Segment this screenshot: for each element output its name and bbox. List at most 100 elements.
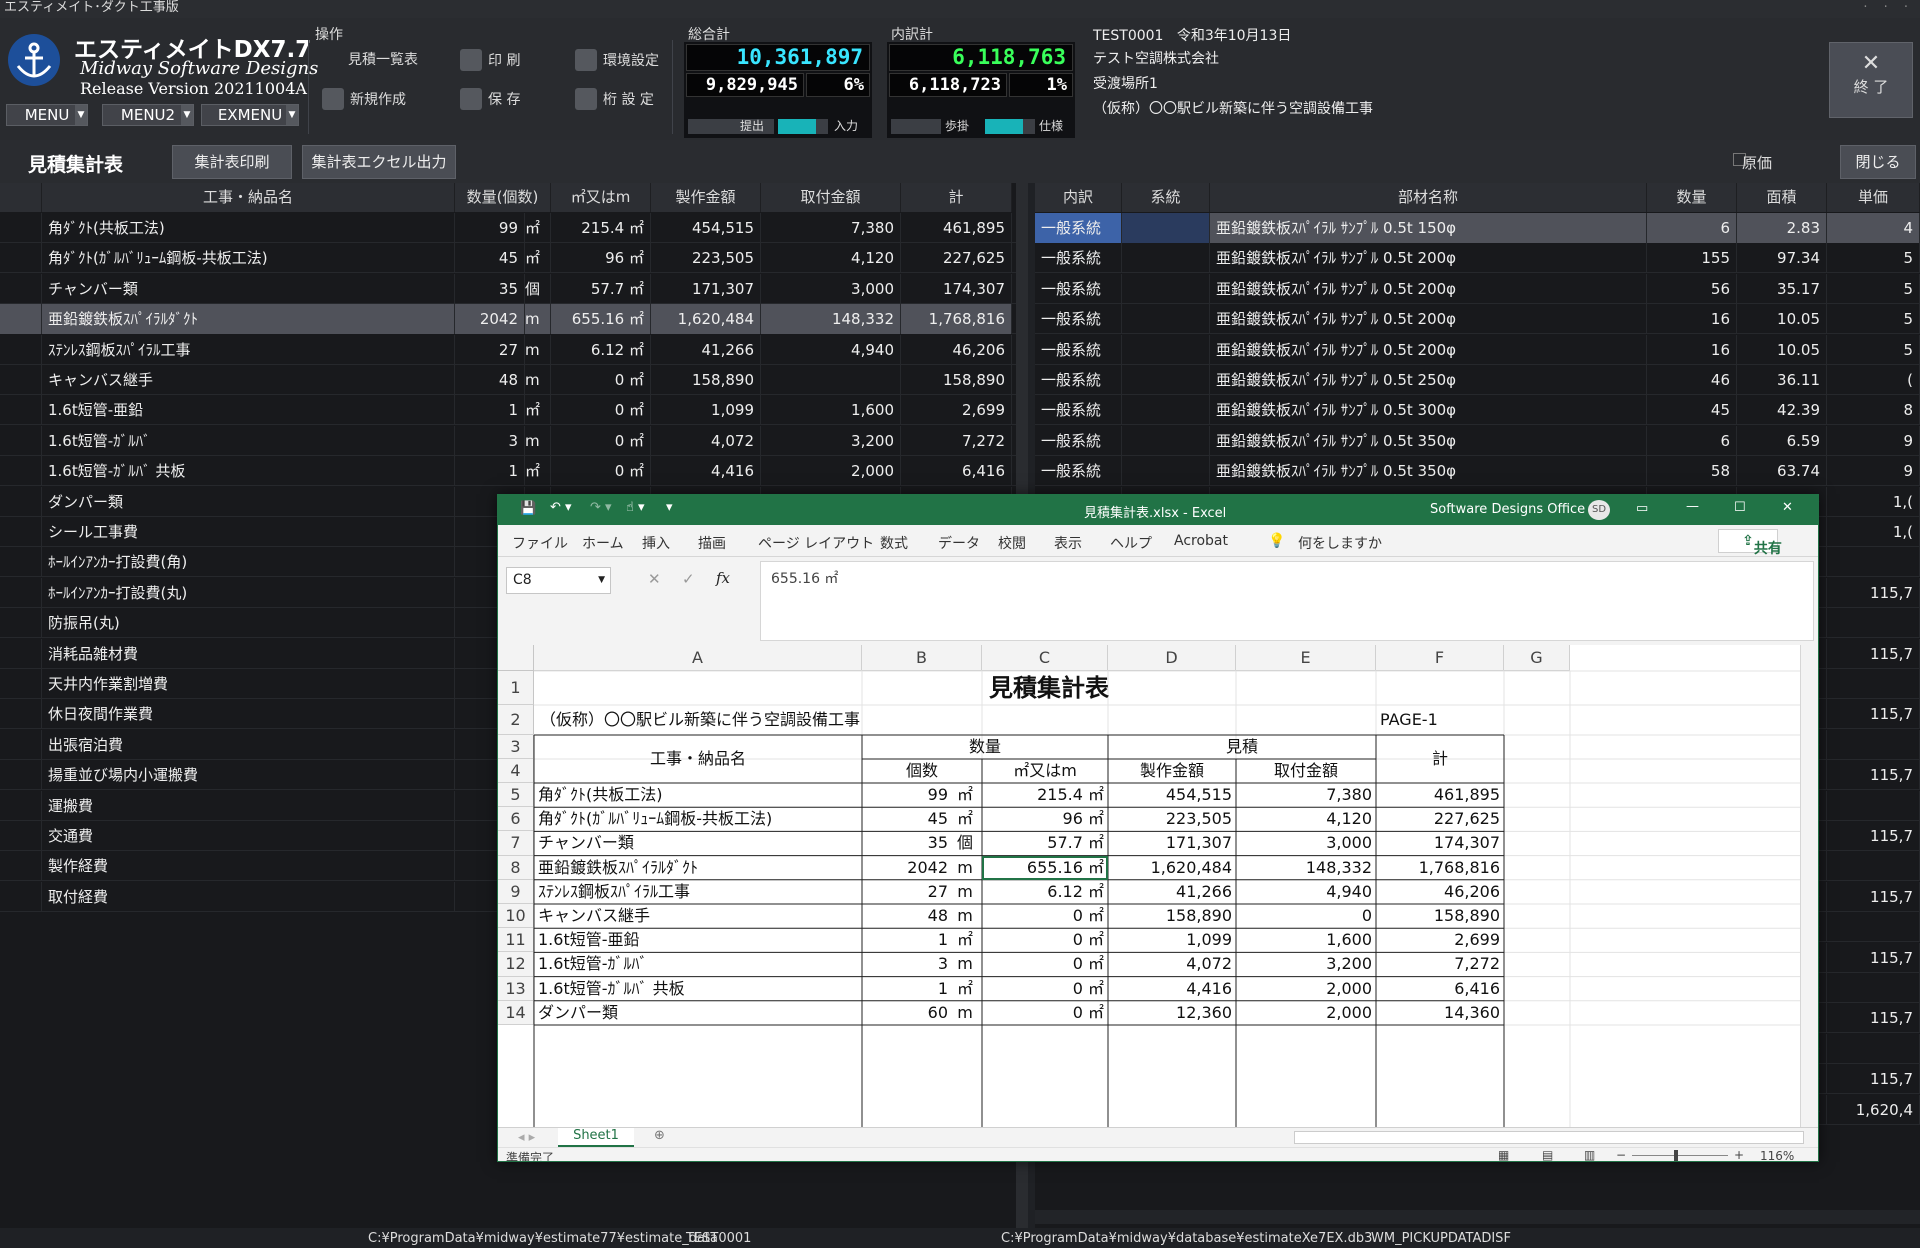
formula-bar[interactable]: 655.16 ㎡: [760, 561, 1814, 641]
table-row[interactable]: 一般系統 亜鉛鍍鉄板ｽﾊﾟｲﾗﾙ ｻﾝﾌﾟﾙ 0.5t 200φ 16 10.05 5: [1035, 304, 1920, 335]
cell-item[interactable]: 角ﾀﾞｸﾄ(共板工法): [538, 783, 860, 807]
close-icon[interactable]: ✕: [1782, 500, 1793, 515]
header-qty[interactable]: 数量: [862, 735, 1108, 759]
save-icon[interactable]: 💾: [520, 501, 536, 516]
cell-total[interactable]: 461,895: [1376, 783, 1500, 807]
touch-mode-icon[interactable]: ☝ ▾: [626, 500, 645, 515]
cell-item[interactable]: 1.6t短管-ｶﾞﾙﾊﾞ: [538, 952, 860, 976]
cell-unit[interactable]: ㎡: [952, 977, 978, 1001]
excel-window[interactable]: 💾 ↶ ▾ ↷ ▾ ☝ ▾ ▾ 見積集計表.xlsx - Excel Softw…: [497, 494, 1819, 1162]
table-row[interactable]: 一般系統 亜鉛鍍鉄板ｽﾊﾟｲﾗﾙ ｻﾝﾌﾟﾙ 0.5t 250φ 46 36.11(: [1035, 365, 1920, 395]
cell-area[interactable]: 215.4 ㎡: [982, 783, 1104, 807]
undo-icon[interactable]: ↶ ▾: [550, 500, 572, 515]
menu-button[interactable]: MENU ▼: [6, 104, 88, 126]
cell-unit[interactable]: ㎡: [952, 783, 978, 807]
detail-bar-left[interactable]: [891, 119, 941, 134]
cell-total[interactable]: 14,360: [1376, 1001, 1500, 1025]
cell-count[interactable]: 1: [862, 928, 948, 952]
cell-total[interactable]: 7,272: [1376, 952, 1500, 976]
table-row[interactable]: 一般系統 亜鉛鍍鉄板ｽﾊﾟｲﾗﾙ ｻﾝﾌﾟﾙ 0.5t 200φ 16 10.05 5: [1035, 334, 1920, 365]
tab-data[interactable]: データ: [938, 533, 980, 553]
page-break-view-icon[interactable]: ▥: [1584, 1148, 1595, 1161]
tell-me-search[interactable]: 何をしますか: [1298, 533, 1382, 553]
chevron-down-icon[interactable]: ▼: [181, 105, 193, 125]
summary-print-button[interactable]: 集計表印刷: [172, 145, 292, 179]
cell-item[interactable]: 1.6t短管-ｶﾞﾙﾊﾞ 共板: [538, 977, 860, 1001]
function-icon[interactable]: fx: [716, 569, 730, 587]
tab-formulas[interactable]: 数式: [880, 533, 908, 553]
header-total[interactable]: 計: [1376, 735, 1504, 783]
table-row[interactable]: 1.6t短管-亜鉛 1 ㎡ 0 ㎡ 1,099 1,600 2,699: [0, 395, 1016, 426]
table-row[interactable]: チャンバー類 35 個 57.7 ㎡ 171,307 3,000 174,307: [0, 273, 1016, 304]
table-row[interactable]: 一般系統 亜鉛鍍鉄板ｽﾊﾟｲﾗﾙ ｻﾝﾌﾟﾙ 0.5t 350φ 58 63.74 9: [1035, 456, 1920, 487]
cell-total[interactable]: 227,625: [1376, 807, 1500, 831]
tab-acrobat[interactable]: Acrobat: [1174, 533, 1228, 549]
menu2-button[interactable]: MENU2 ▼: [102, 104, 194, 126]
col-header-unitprice[interactable]: 単価: [1827, 183, 1920, 212]
cell-area[interactable]: 96 ㎡: [982, 807, 1104, 831]
cell-total[interactable]: 158,890: [1376, 904, 1500, 928]
ribbon-display-icon[interactable]: ▭: [1636, 501, 1648, 516]
cell-area[interactable]: 0 ㎡: [982, 952, 1104, 976]
cell-install[interactable]: 3,200: [1236, 952, 1372, 976]
header-area[interactable]: ㎡又はm: [982, 759, 1108, 783]
tab-page-layout[interactable]: ページ レイアウト: [758, 533, 874, 553]
cell-count[interactable]: 60: [862, 1001, 948, 1025]
spreadsheet-grid[interactable]: ABCDEFG 1 2 3 4 5 6 7 8 9 10 11 12 13 14 見積集計表 （仮称）〇〇駅…: [498, 645, 1818, 1127]
sheet-project[interactable]: （仮称）〇〇駅ビル新築に伴う空調設備工事: [540, 705, 1140, 735]
cell-area[interactable]: 6.12 ㎡: [982, 880, 1104, 904]
tab-home[interactable]: ホーム: [582, 533, 624, 553]
cell-area[interactable]: 0 ㎡: [982, 928, 1104, 952]
cell-item[interactable]: 亜鉛鍍鉄板ｽﾊﾟｲﾗﾙﾀﾞｸﾄ: [538, 856, 860, 880]
table-row[interactable]: 1.6t短管-ｶﾞﾙﾊﾞ 3 m 0 ㎡ 4,072 3,200 7,272: [0, 425, 1016, 456]
cell-count[interactable]: 48: [862, 904, 948, 928]
col-header-part[interactable]: 部材名称: [1210, 183, 1647, 212]
horizontal-scrollbar[interactable]: [1035, 1210, 1920, 1224]
page-layout-view-icon[interactable]: ▤: [1542, 1148, 1553, 1161]
cell-unit[interactable]: m: [952, 880, 978, 904]
cell-install[interactable]: 7,380: [1236, 783, 1372, 807]
window-controls[interactable]: · · ·: [1863, 0, 1914, 16]
col-header-install[interactable]: 取付金額: [761, 183, 901, 212]
sheet-page[interactable]: PAGE-1: [1380, 705, 1500, 735]
zoom-slider-thumb[interactable]: [1674, 1150, 1678, 1161]
customize-qat-icon[interactable]: ▾: [666, 500, 673, 515]
digit-settings-button[interactable]: 桁 設 定: [575, 88, 654, 110]
cell-count[interactable]: 3: [862, 952, 948, 976]
header-item[interactable]: 工事・納品名: [534, 735, 862, 783]
zoom-out-icon[interactable]: −: [1616, 1148, 1626, 1161]
table-row[interactable]: 角ﾀﾞｸﾄ(共板工法) 99 ㎡ 215.4 ㎡ 454,515 7,380 461,895: [0, 213, 1016, 243]
new-button[interactable]: 新規作成: [322, 88, 406, 110]
cell-install[interactable]: 3,000: [1236, 831, 1372, 855]
share-button[interactable]: ⇪ 共有: [1718, 529, 1782, 557]
zoom-in-icon[interactable]: +: [1734, 1148, 1744, 1161]
cell-unit[interactable]: m: [952, 856, 978, 880]
env-settings-button[interactable]: 環境設定: [575, 49, 659, 71]
table-row[interactable]: 1.6t短管-ｶﾞﾙﾊﾞ 共板 1 ㎡ 0 ㎡ 4,416 2,000 6,416: [0, 456, 1016, 487]
cell-make[interactable]: 1,099: [1108, 928, 1232, 952]
tab-review[interactable]: 校閲: [998, 533, 1026, 553]
col-header-count[interactable]: 数量: [1647, 183, 1737, 212]
cell-make[interactable]: 454,515: [1108, 783, 1232, 807]
cell-item[interactable]: キャンバス継手: [538, 904, 860, 928]
cell-install[interactable]: 2,000: [1236, 977, 1372, 1001]
table-row[interactable]: 一般系統 亜鉛鍍鉄板ｽﾊﾟｲﾗﾙ ｻﾝﾌﾟﾙ 0.5t 200φ 155 97.34 5: [1035, 243, 1920, 274]
detail-bar-right[interactable]: [985, 119, 1035, 134]
list-button[interactable]: 見積一覧表: [348, 49, 418, 69]
excel-export-button[interactable]: 集計表エクセル出力: [302, 145, 456, 179]
horizontal-scrollbar[interactable]: [1294, 1131, 1804, 1144]
table-row[interactable]: 一般系統 亜鉛鍍鉄板ｽﾊﾟｲﾗﾙ ｻﾝﾌﾟﾙ 0.5t 350φ 6 6.59 9: [1035, 425, 1920, 456]
minimize-icon[interactable]: —: [1686, 499, 1699, 514]
tab-view[interactable]: 表示: [1054, 533, 1082, 553]
maximize-icon[interactable]: ☐: [1734, 500, 1746, 515]
cancel-icon[interactable]: ✕: [648, 570, 661, 588]
cell-make[interactable]: 4,416: [1108, 977, 1232, 1001]
cell-make[interactable]: 41,266: [1108, 880, 1232, 904]
zoom-level[interactable]: 116%: [1760, 1149, 1794, 1161]
cell-area[interactable]: 655.16 ㎡: [982, 856, 1104, 880]
chevron-down-icon[interactable]: ▼: [598, 568, 605, 593]
name-box[interactable]: C8 ▼: [506, 567, 611, 594]
header-make[interactable]: 製作金額: [1108, 759, 1236, 783]
header-count[interactable]: 個数: [862, 759, 982, 783]
cell-unit[interactable]: m: [952, 952, 978, 976]
